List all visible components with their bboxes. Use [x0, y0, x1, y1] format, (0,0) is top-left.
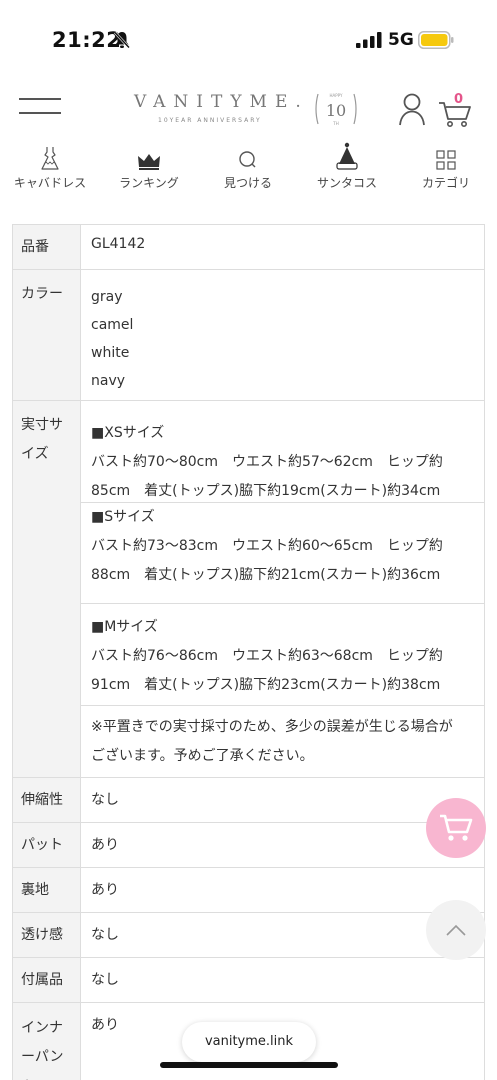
dress-icon	[41, 147, 59, 170]
size-line: 85cm 着丈(トップス)脇下約19cm(スカート)約34cm	[91, 483, 441, 499]
spec-row-hinban: 品番 GL4142	[12, 225, 485, 270]
size-note: ※平置きでの実寸採寸のため、多少の誤差が生じる場合が ございます。予めご了承くだ…	[81, 706, 484, 771]
size-block-m: ■Mサイズ バスト約76〜86cm ウエスト約63〜68cm ヒップ約 91cm…	[81, 604, 484, 706]
site-header: VANITYME. 10YEAR ANNIVERSARY HAPPY 10 TH	[0, 72, 497, 142]
spec-value: なし	[80, 958, 484, 1002]
menu-icon[interactable]	[19, 98, 61, 120]
spec-label: パット	[13, 823, 80, 867]
nav-item-find[interactable]: 見つける	[208, 144, 288, 191]
spec-row-size: 実寸サ イズ ■XSサイズ バスト約70〜80cm ウエスト約57〜62cm ヒ…	[12, 401, 485, 778]
size-line: 88cm 着丈(トップス)脇下約21cm(スカート)約36cm	[91, 567, 441, 583]
nav-item-cabadress[interactable]: キャバドレス	[10, 144, 90, 191]
size-note-line: ※平置きでの実寸採寸のため、多少の誤差が生じる場合が	[91, 719, 453, 735]
browser-url-bar[interactable]: vanityme.link	[182, 1022, 316, 1062]
battery-icon	[418, 31, 454, 49]
anniv-number: 10	[326, 101, 346, 120]
spec-value: あり	[80, 868, 484, 912]
spec-row-stretch: 伸縮性 なし	[12, 778, 485, 823]
size-title: ■Sサイズ	[91, 509, 155, 525]
category-nav: キャバドレス ランキング 見つける サンタコス カテゴリ	[0, 142, 497, 196]
spec-value: GL4142	[80, 225, 484, 269]
spec-row-color: カラー gray camel white navy	[12, 270, 485, 401]
color-item: navy	[91, 373, 126, 389]
spec-label: 透け感	[13, 913, 80, 957]
size-title: ■XSサイズ	[91, 425, 165, 441]
spec-value: なし	[80, 778, 484, 822]
spec-value: なし	[80, 913, 484, 957]
color-list: gray camel white navy	[80, 270, 484, 400]
bell-muted-icon	[114, 31, 130, 49]
nav-item-ranking[interactable]: ランキング	[109, 144, 189, 191]
signal-icon	[356, 32, 382, 48]
logo-subtitle: 10YEAR ANNIVERSARY	[158, 117, 262, 124]
chevron-up-icon	[446, 924, 466, 936]
color-item: camel	[91, 317, 134, 333]
user-icon[interactable]	[398, 92, 426, 126]
home-indicator[interactable]	[160, 1062, 338, 1068]
inner-label-line: ツ	[21, 1072, 72, 1080]
color-item: gray	[91, 289, 123, 305]
nav-label: サンタコス	[316, 176, 377, 190]
status-bar: 21:22 5G	[0, 0, 497, 72]
inner-label-line: インナ	[21, 1020, 63, 1036]
size-block-s: ■Sサイズ バスト約73〜83cm ウエスト約60〜65cm ヒップ約 88cm…	[81, 503, 484, 604]
nav-item-santacos[interactable]: サンタコス	[307, 142, 387, 191]
anniversary-badge-icon: HAPPY 10 TH	[315, 93, 357, 126]
grid-icon	[436, 150, 456, 170]
cart-count-badge: 0	[454, 92, 464, 107]
inner-label-line: ーパン	[21, 1049, 64, 1065]
spec-value: あり	[80, 823, 484, 867]
status-time: 21:22	[52, 28, 122, 52]
size-label-line2: イズ	[21, 446, 49, 462]
scroll-top-button[interactable]	[426, 900, 486, 960]
spec-row-sheer: 透け感 なし	[12, 913, 485, 958]
crown-icon	[138, 154, 160, 170]
size-line: バスト約76〜86cm ウエスト約63〜68cm ヒップ約	[91, 648, 443, 664]
spec-label: 実寸サ イズ	[13, 401, 80, 777]
nav-label: カテゴリ	[421, 176, 470, 190]
nav-label: 見つける	[223, 176, 272, 190]
search-icon	[239, 151, 256, 168]
logo-wordmark: VANITYME.	[134, 92, 309, 112]
spec-row-pad: パット あり	[12, 823, 485, 868]
size-note-line: ございます。予めご了承ください。	[91, 748, 314, 764]
size-title: ■Mサイズ	[91, 619, 158, 635]
size-label-line1: 実寸サ	[21, 417, 63, 433]
color-item: white	[91, 345, 130, 361]
size-line: 91cm 着丈(トップス)脇下約23cm(スカート)約38cm	[91, 677, 441, 693]
spec-label: 伸縮性	[13, 778, 80, 822]
anniv-bottom-text: TH	[332, 121, 338, 126]
size-block-xs: ■XSサイズ バスト約70〜80cm ウエスト約57〜62cm ヒップ約 85c…	[81, 419, 484, 503]
anniv-top-text: HAPPY	[330, 93, 343, 98]
spec-label: 品番	[13, 225, 80, 269]
spec-label: インナ ーパン ツ	[13, 1003, 80, 1080]
cart-icon	[440, 814, 473, 841]
nav-item-category[interactable]: カテゴリ	[406, 144, 486, 191]
site-logo[interactable]: VANITYME. 10YEAR ANNIVERSARY HAPPY 10 TH	[134, 90, 364, 130]
spec-row-lining: 裏地 あり	[12, 868, 485, 913]
size-line: バスト約73〜83cm ウエスト約60〜65cm ヒップ約	[91, 538, 443, 554]
spec-label: 裏地	[13, 868, 80, 912]
size-details: ■XSサイズ バスト約70〜80cm ウエスト約57〜62cm ヒップ約 85c…	[80, 401, 484, 777]
spec-label: カラー	[13, 270, 80, 400]
santa-hat-icon	[336, 142, 358, 170]
spec-label: 付属品	[13, 958, 80, 1002]
nav-label: ランキング	[119, 176, 179, 190]
size-line: バスト約70〜80cm ウエスト約57〜62cm ヒップ約	[91, 454, 443, 470]
network-type: 5G	[388, 30, 414, 50]
spec-row-accessories: 付属品 なし	[12, 958, 485, 1003]
nav-label: キャバドレス	[13, 176, 87, 190]
spec-table: 品番 GL4142 カラー gray camel white navy 実寸サ …	[12, 224, 485, 1080]
floating-cart-button[interactable]	[426, 798, 486, 858]
